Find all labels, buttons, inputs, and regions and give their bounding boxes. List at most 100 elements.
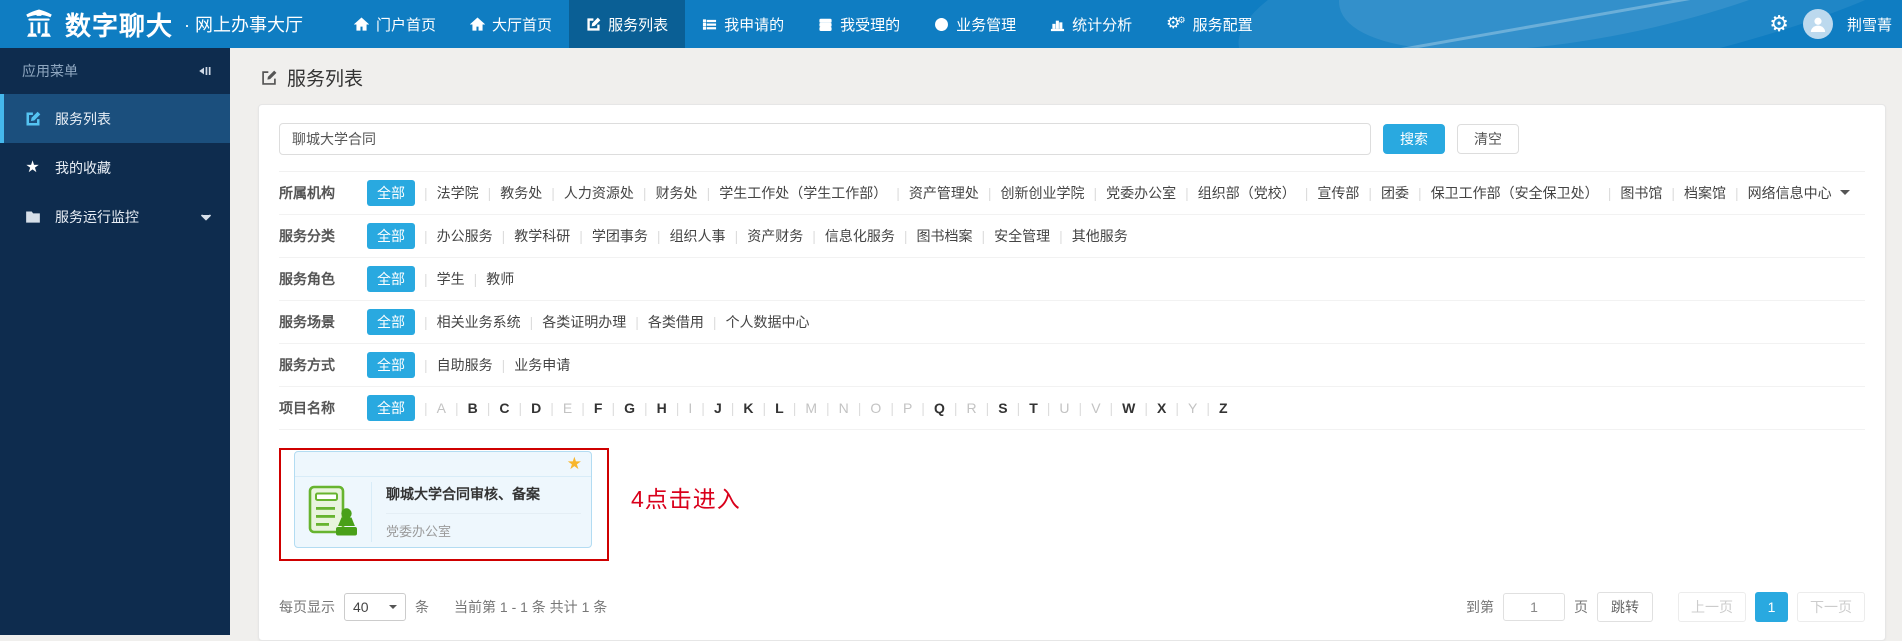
gear-icon[interactable]: ⚙ xyxy=(1769,13,1789,35)
nav-item-service-list[interactable]: 服务列表 xyxy=(569,0,685,48)
nav-item-my-accepted[interactable]: 我受理的 xyxy=(801,0,917,48)
nav-item-business-mgmt[interactable]: 业务管理 xyxy=(917,0,1033,48)
filter-all-button[interactable]: 全部 xyxy=(367,352,415,378)
filter-option[interactable]: 网络信息中心 xyxy=(1748,183,1832,203)
filter-option[interactable]: S xyxy=(998,400,1007,416)
filter-option[interactable]: K xyxy=(743,400,753,416)
filter-option[interactable]: Z xyxy=(1219,400,1228,416)
filter-all-button[interactable]: 全部 xyxy=(367,180,415,206)
jump-button[interactable]: 跳转 xyxy=(1597,592,1653,622)
filter-all-button[interactable]: 全部 xyxy=(367,266,415,292)
filter-option[interactable]: W xyxy=(1122,400,1135,416)
sidebar-item-label: 服务列表 xyxy=(55,109,111,129)
filter-option[interactable]: 资产管理处 xyxy=(909,183,979,203)
filter-option[interactable]: 相关业务系统 xyxy=(437,312,521,332)
favorite-star-icon[interactable]: ★ xyxy=(567,454,582,474)
next-page-button[interactable]: 下一页 xyxy=(1797,592,1865,622)
search-button[interactable]: 搜索 xyxy=(1383,124,1445,154)
separator: | xyxy=(812,228,816,244)
sidebar-item-favorites[interactable]: ★我的收藏 xyxy=(0,143,230,192)
sidebar-menu: 服务列表 ★我的收藏服务运行监控 xyxy=(0,94,230,241)
filter-option[interactable]: 办公服务 xyxy=(437,226,493,246)
filter-option[interactable]: 创新创业学院 xyxy=(1000,183,1084,203)
filter-option[interactable]: 教务处 xyxy=(500,183,542,203)
nav-item-my-applied[interactable]: 我申请的 xyxy=(685,0,801,48)
service-card[interactable]: ★ xyxy=(294,451,592,548)
filter-option[interactable]: 人力资源处 xyxy=(564,183,634,203)
filter-all-button[interactable]: 全部 xyxy=(367,223,415,249)
page-header: 服务列表 xyxy=(260,64,1902,91)
filter-all-button[interactable]: 全部 xyxy=(367,395,415,421)
filter-option[interactable]: 团委 xyxy=(1381,183,1409,203)
filter-option[interactable]: 各类借用 xyxy=(648,312,704,332)
filter-option: E xyxy=(563,400,572,416)
expand-more-caret-icon[interactable] xyxy=(1840,190,1850,200)
clear-button[interactable]: 清空 xyxy=(1457,124,1519,154)
per-page-label: 每页显示 xyxy=(279,597,335,617)
filter-option[interactable]: 图书档案 xyxy=(916,226,972,246)
search-input[interactable] xyxy=(279,123,1371,155)
nav-item-stats[interactable]: 统计分析 xyxy=(1033,0,1149,48)
filter-option[interactable]: B xyxy=(468,400,478,416)
filter-option[interactable]: J xyxy=(714,400,722,416)
filter-option[interactable]: 业务申请 xyxy=(514,355,570,375)
filter-option[interactable]: 保卫工作部（安全保卫处） xyxy=(1431,183,1599,203)
filter-option[interactable]: 自助服务 xyxy=(437,355,493,375)
filter-option[interactable]: T xyxy=(1029,400,1038,416)
filter-row-4: 服务方式全部|自助服务|业务申请 xyxy=(279,344,1865,387)
filter-option[interactable]: 学生工作处（学生工作部） xyxy=(719,183,887,203)
username[interactable]: 荆雪菁 xyxy=(1847,14,1892,35)
per-page-select[interactable]: 40 xyxy=(344,593,406,621)
separator: | xyxy=(1735,185,1739,201)
filter-option[interactable]: 个人数据中心 xyxy=(726,312,810,332)
separator: | xyxy=(1368,185,1372,201)
sidebar-item-monitor[interactable]: 服务运行监控 xyxy=(0,192,230,241)
filter-option[interactable]: 教师 xyxy=(486,269,514,289)
collapse-sidebar-icon[interactable] xyxy=(196,63,212,79)
filter-option[interactable]: F xyxy=(594,400,603,416)
sidebar: 应用菜单 服务列表★我的收藏服务运行监控 xyxy=(0,48,230,635)
filter-option[interactable]: 组织人事 xyxy=(670,226,726,246)
app-logo[interactable]: 数字聊大 · 网上办事大厅 xyxy=(22,6,303,43)
filter-option[interactable]: L xyxy=(775,400,784,416)
filter-all-button[interactable]: 全部 xyxy=(367,309,415,335)
filter-option[interactable]: 组织部（党校） xyxy=(1198,183,1296,203)
filter-option[interactable]: 信息化服务 xyxy=(825,226,895,246)
filter-option[interactable]: 其他服务 xyxy=(1072,226,1128,246)
filter-option[interactable]: 教学科研 xyxy=(514,226,570,246)
sidebar-item-service-list[interactable]: 服务列表 xyxy=(0,94,230,143)
current-page-button[interactable]: 1 xyxy=(1755,592,1788,622)
filter-option[interactable]: Q xyxy=(934,400,945,416)
edit-square-icon xyxy=(586,17,601,32)
nav-item-portal-home[interactable]: 门户首页 xyxy=(337,0,453,48)
filter-option[interactable]: 学团事务 xyxy=(592,226,648,246)
nav-item-service-config[interactable]: ⚙⚙服务配置 xyxy=(1149,0,1269,48)
filter-option[interactable]: X xyxy=(1157,400,1166,416)
home-icon xyxy=(354,17,369,32)
filter-option[interactable]: 法学院 xyxy=(437,183,479,203)
filter-option[interactable]: G xyxy=(624,400,635,416)
filter-option[interactable]: 党委办公室 xyxy=(1106,183,1176,203)
divider xyxy=(386,513,581,514)
service-title: 聊城大学合同审核、备案 xyxy=(386,484,581,504)
filter-option[interactable]: D xyxy=(531,400,541,416)
goto-page-input[interactable] xyxy=(1503,593,1565,621)
filter-option[interactable]: 宣传部 xyxy=(1317,183,1359,203)
per-page-unit: 条 xyxy=(415,597,429,617)
nav-item-hall-home[interactable]: 大厅首页 xyxy=(453,0,569,48)
filter-option[interactable]: 财务处 xyxy=(656,183,698,203)
filter-option[interactable]: 资产财务 xyxy=(747,226,803,246)
separator: | xyxy=(731,400,735,416)
filter-option[interactable]: H xyxy=(657,400,667,416)
filter-option[interactable]: 档案馆 xyxy=(1684,183,1726,203)
pagination-summary: 当前第 1 - 1 条 共计 1 条 xyxy=(454,597,607,617)
prev-page-button[interactable]: 上一页 xyxy=(1678,592,1746,622)
nav-item-label: 服务配置 xyxy=(1193,14,1253,35)
separator: | xyxy=(551,185,555,201)
filter-option[interactable]: 各类证明办理 xyxy=(542,312,626,332)
filter-option[interactable]: C xyxy=(499,400,509,416)
filter-option[interactable]: 图书馆 xyxy=(1620,183,1662,203)
filter-option[interactable]: 学生 xyxy=(437,269,465,289)
user-avatar-icon[interactable] xyxy=(1803,9,1833,39)
filter-option[interactable]: 安全管理 xyxy=(994,226,1050,246)
